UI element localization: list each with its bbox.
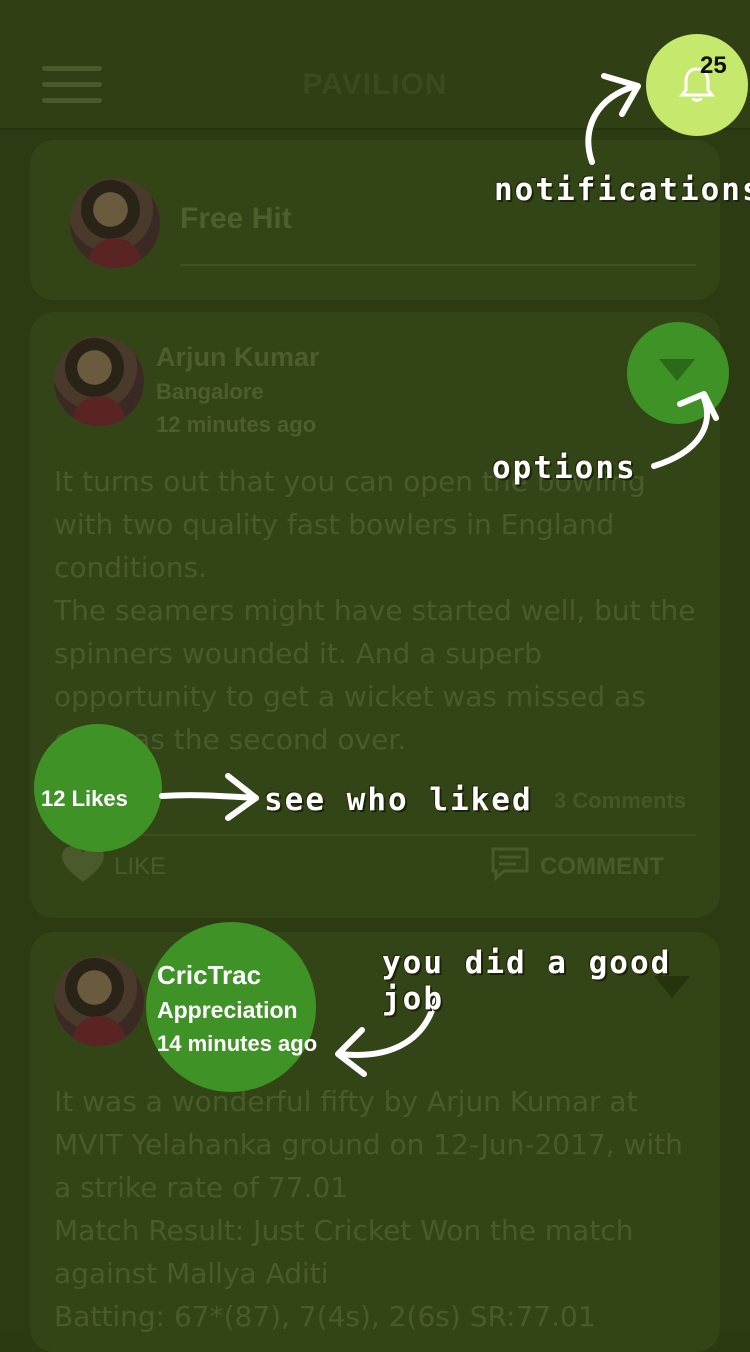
callout-notifications: notifications [494,172,750,208]
arrow-to-likes [159,792,259,801]
callout-options: options [492,450,637,486]
arrow-to-options [651,395,711,469]
callout-see-who-liked: see who liked [264,782,533,818]
callout-good-job: you did a good job [382,945,672,1017]
